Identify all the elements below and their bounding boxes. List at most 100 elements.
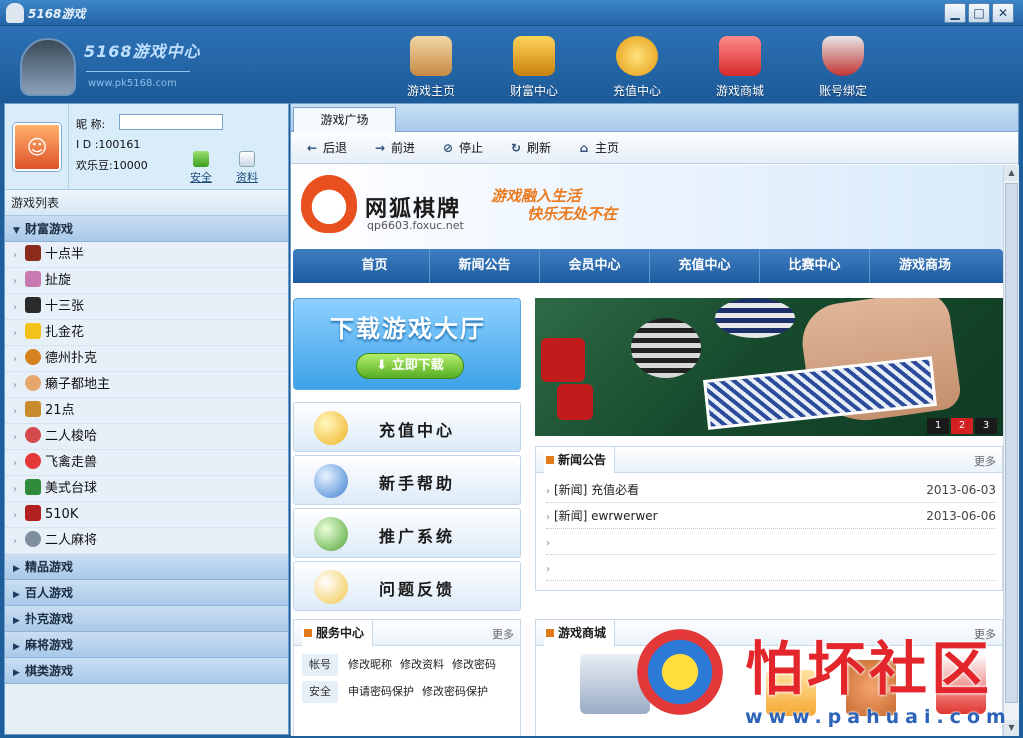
download-lobby-box: 下载游戏大厅 ⬇ 立即下载 xyxy=(293,298,521,390)
menu-feedback[interactable]: 问题反馈 xyxy=(293,561,521,611)
news-item-date: 2013-06-06 xyxy=(926,509,996,523)
home-button[interactable]: ⌂ 主页 xyxy=(577,139,619,156)
service-more-link[interactable]: 更多 xyxy=(492,626,514,642)
nav-account-bind-button[interactable]: 账号绑定 xyxy=(805,36,881,98)
triangle-down-icon: ▼ xyxy=(13,226,20,236)
gold-coin-icon xyxy=(616,36,658,76)
chess-knight-icon xyxy=(6,3,24,23)
menu-recharge-center[interactable]: 充值中心 xyxy=(293,402,521,452)
refresh-button[interactable]: ↻ 刷新 xyxy=(509,139,551,156)
forward-button[interactable]: → 前进 xyxy=(373,139,415,156)
service-link[interactable]: 申请密码保护 xyxy=(348,685,414,698)
arrow-left-icon: ← xyxy=(306,141,318,155)
game-item[interactable]: › 扎金花 xyxy=(5,320,288,346)
game-item[interactable]: › 21点 xyxy=(5,398,288,424)
game-icon xyxy=(25,531,41,547)
logo-url: www.pk5168.com xyxy=(88,78,177,89)
game-icon xyxy=(25,323,41,339)
game-item[interactable]: › 美式台球 xyxy=(5,476,288,502)
logo-title: 5168游戏中心 xyxy=(84,42,201,61)
download-now-button[interactable]: ⬇ 立即下载 xyxy=(356,353,464,379)
slide-page-3[interactable]: 3 xyxy=(975,418,997,434)
chevron-right-icon: › xyxy=(13,328,17,339)
stop-label: 停止 xyxy=(459,141,484,155)
menu-promotion-system[interactable]: 推广系统 xyxy=(293,508,521,558)
slide-pager: 1 2 3 xyxy=(927,418,997,434)
site-nav-shop[interactable]: 游戏商场 xyxy=(870,249,980,283)
profile-info-label: 资料 xyxy=(236,171,258,184)
game-item[interactable]: › 二人麻将 xyxy=(5,528,288,554)
security-button[interactable]: 安全 xyxy=(183,151,219,185)
game-item[interactable]: › 癞子都地主 xyxy=(5,372,288,398)
beans-row: 欢乐豆:10000 xyxy=(76,157,148,173)
chevron-right-icon: › xyxy=(546,538,550,549)
beans-value: 10000 xyxy=(112,159,148,172)
scroll-thumb[interactable] xyxy=(1005,183,1018,703)
nav-game-home-button[interactable]: 游戏主页 xyxy=(393,36,469,98)
game-item[interactable]: › 飞禽走兽 xyxy=(5,450,288,476)
site-brand-url: qp6603.foxuc.net xyxy=(367,219,464,232)
site-nav-match[interactable]: 比赛中心 xyxy=(760,249,870,283)
minimize-button[interactable]: ▁ xyxy=(944,3,966,23)
forward-label: 前进 xyxy=(391,141,416,155)
category-label: 扑克游戏 xyxy=(25,612,74,626)
category-hundred-games[interactable]: ▶ 百人游戏 xyxy=(5,580,288,606)
nav-recharge-center-button[interactable]: 充值中心 xyxy=(599,36,675,98)
user-id-value: 100161 xyxy=(98,138,141,151)
category-poker-games[interactable]: ▶ 扑克游戏 xyxy=(5,606,288,632)
game-item[interactable]: › 十三张 xyxy=(5,294,288,320)
close-button[interactable]: ✕ xyxy=(992,3,1014,23)
game-list-title: 游戏列表 xyxy=(5,190,288,216)
back-button[interactable]: ← 后退 xyxy=(305,139,347,156)
menu-newbie-help[interactable]: 新手帮助 xyxy=(293,455,521,505)
category-mahjong-games[interactable]: ▶ 麻将游戏 xyxy=(5,632,288,658)
game-item[interactable]: › 扯旋 xyxy=(5,268,288,294)
game-item[interactable]: › 二人梭哈 xyxy=(5,424,288,450)
service-link[interactable]: 修改密码 xyxy=(452,658,496,671)
window-titlebar[interactable]: 5168游戏 ▁ □ ✕ xyxy=(0,0,1023,26)
download-icon: ⬇ xyxy=(376,358,392,373)
news-item-empty: › xyxy=(546,529,996,555)
game-item[interactable]: › 510K xyxy=(5,502,288,528)
casino-banner-image[interactable]: 1 2 3 xyxy=(535,298,1003,436)
site-nav-home[interactable]: 首页 xyxy=(320,249,430,283)
category-chess-games[interactable]: ▶ 棋类游戏 xyxy=(5,658,288,684)
news-title: 新闻公告 xyxy=(544,447,616,473)
service-link[interactable]: 修改昵称 xyxy=(348,658,392,671)
service-link[interactable]: 修改资料 xyxy=(400,658,444,671)
home-label: 主页 xyxy=(595,141,620,155)
service-link[interactable]: 修改密码保护 xyxy=(422,685,488,698)
slide-page-2[interactable]: 2 xyxy=(951,418,973,434)
news-item[interactable]: › [新闻] 充值必看 2013-06-03 xyxy=(546,477,996,503)
maximize-button[interactable]: □ xyxy=(968,3,990,23)
chevron-right-icon: › xyxy=(13,458,17,469)
game-label: 十点半 xyxy=(45,247,85,262)
security-label: 安全 xyxy=(190,171,212,184)
service-row-label: 安全 xyxy=(302,681,338,703)
scroll-up-arrow-icon[interactable]: ▲ xyxy=(1004,165,1019,181)
browser-toolbar: ← 后退 → 前进 ⊘ 停止 ↻ 刷新 ⌂ 主页 xyxy=(291,132,1018,164)
stop-button[interactable]: ⊘ 停止 xyxy=(441,139,483,156)
game-label: 扯旋 xyxy=(45,273,72,288)
game-item[interactable]: › 十点半 xyxy=(5,242,288,268)
profile-info-button[interactable]: 资料 xyxy=(229,151,265,185)
site-nav-recharge[interactable]: 充值中心 xyxy=(650,249,760,283)
site-nav-member[interactable]: 会员中心 xyxy=(540,249,650,283)
category-wealth-games[interactable]: ▼ 财富游戏 xyxy=(5,216,288,242)
game-item[interactable]: › 德州扑克 xyxy=(5,346,288,372)
slide-page-1[interactable]: 1 xyxy=(927,418,949,434)
game-icon xyxy=(25,271,41,287)
nav-game-mall-button[interactable]: 游戏商城 xyxy=(702,36,778,98)
site-nav-news[interactable]: 新闻公告 xyxy=(430,249,540,283)
triangle-right-icon: ▶ xyxy=(13,590,20,600)
nickname-field xyxy=(119,114,223,130)
avatar[interactable]: ☺ xyxy=(13,123,61,171)
news-item[interactable]: › [新闻] ewrwerwer 2013-06-06 xyxy=(546,503,996,529)
vertical-scrollbar[interactable]: ▲ ▼ xyxy=(1003,165,1019,736)
news-more-link[interactable]: 更多 xyxy=(974,453,996,469)
nav-wealth-center-button[interactable]: 财富中心 xyxy=(496,36,572,98)
game-label: 510K xyxy=(45,507,79,522)
category-premium-games[interactable]: ▶ 精品游戏 xyxy=(5,554,288,580)
site-banner: 网狐棋牌 qp6603.foxuc.net 游戏融入生活 快乐无处不在 xyxy=(291,165,1003,249)
tab-game-plaza[interactable]: 游戏广场 xyxy=(293,107,396,132)
